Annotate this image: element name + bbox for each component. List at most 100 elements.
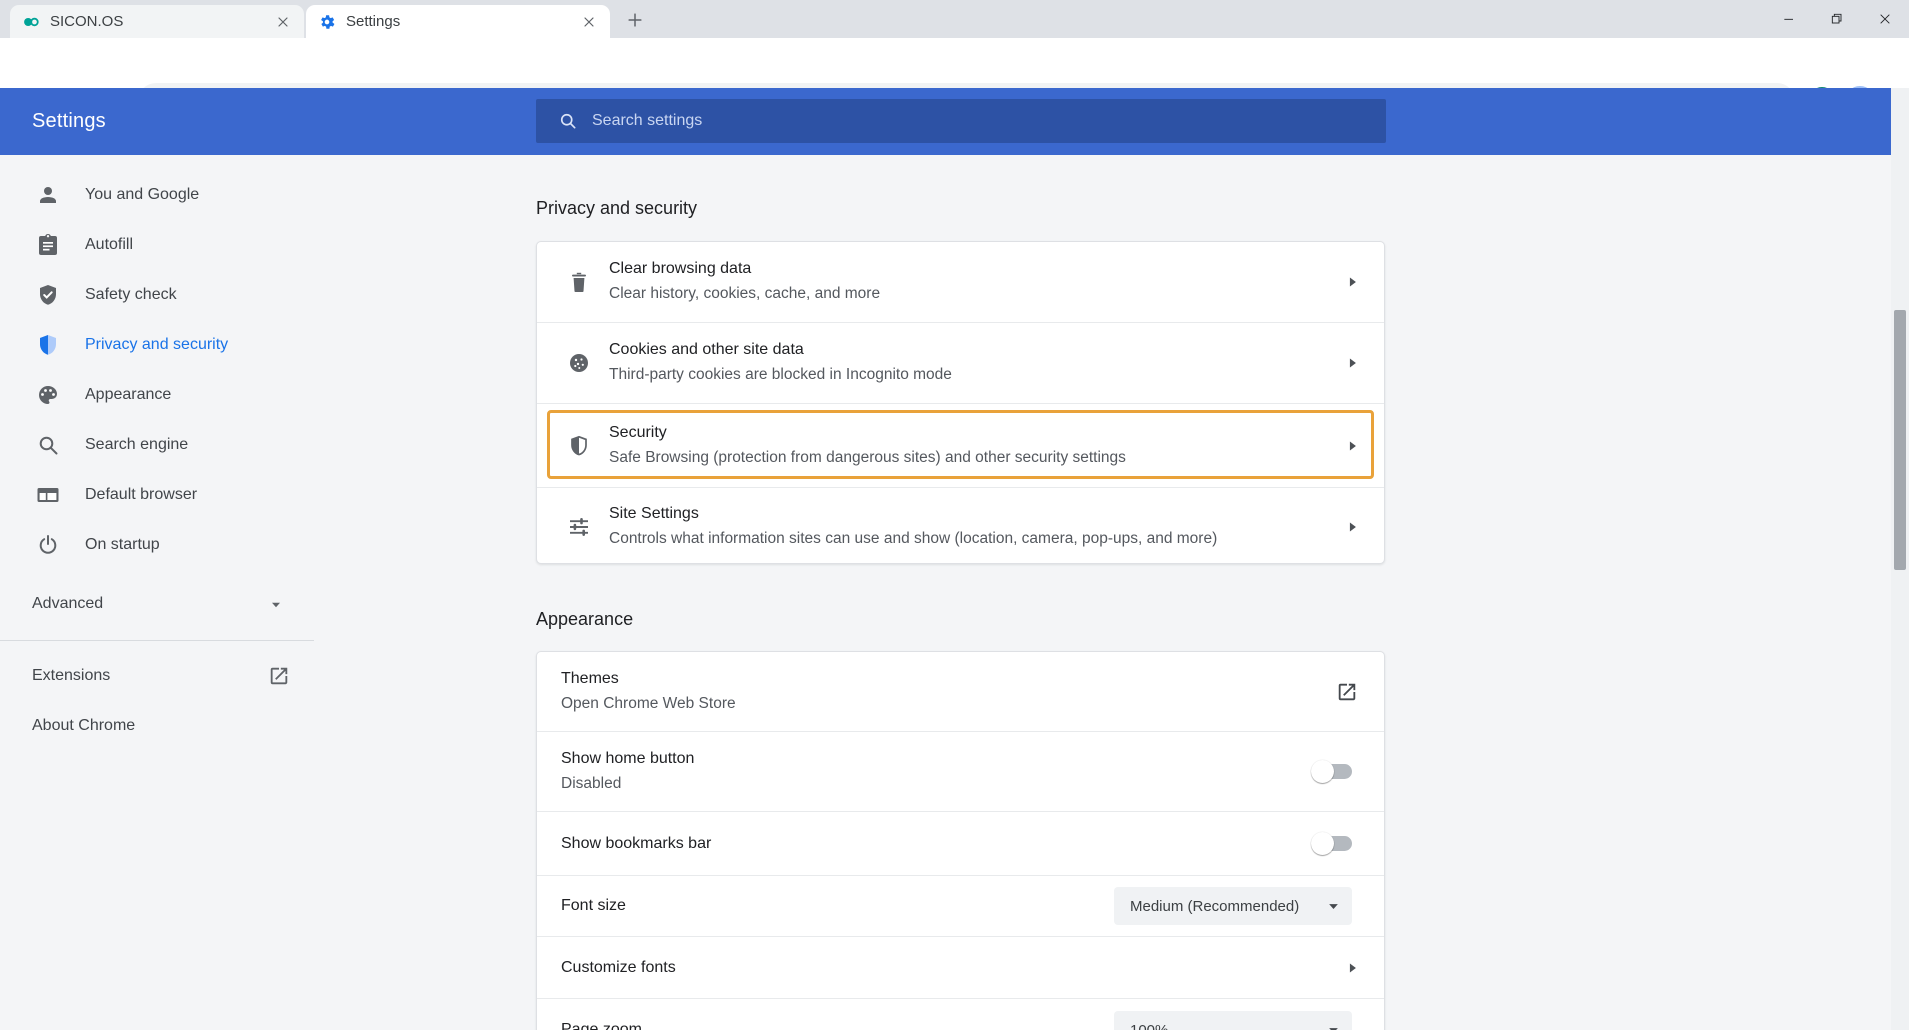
- person-icon: [36, 183, 60, 207]
- chevron-right-icon: [1342, 272, 1362, 292]
- dropdown-value: Medium (Recommended): [1130, 898, 1299, 915]
- sidebar-item-you-and-google[interactable]: You and Google: [0, 170, 430, 220]
- row-subtitle: Third-party cookies are blocked in Incog…: [609, 363, 952, 387]
- page-title: Settings: [32, 88, 106, 155]
- sidebar-item-label: On startup: [85, 536, 160, 554]
- row-subtitle: Clear history, cookies, cache, and more: [609, 282, 880, 306]
- row-clear-browsing-data[interactable]: Clear browsing data Clear history, cooki…: [537, 242, 1384, 323]
- restore-button[interactable]: [1813, 0, 1861, 38]
- settings-search-box[interactable]: [536, 99, 1386, 143]
- show-bookmarks-bar-toggle[interactable]: [1314, 836, 1352, 851]
- row-title: Themes: [561, 668, 736, 690]
- browser-window: SICON.OS Settings: [0, 0, 1909, 1030]
- chevron-down-icon: [270, 598, 282, 616]
- close-tab-icon[interactable]: [274, 13, 292, 31]
- page-zoom-dropdown[interactable]: 100%: [1114, 1011, 1352, 1030]
- row-title: Customize fonts: [561, 957, 676, 979]
- row-customize-fonts[interactable]: Customize fonts: [537, 937, 1384, 999]
- sidebar-item-default-browser[interactable]: Default browser: [0, 470, 430, 520]
- row-site-settings[interactable]: Site Settings Controls what information …: [537, 488, 1384, 565]
- browser-toolbar: Chrome | chrome://settings/privacy S: [0, 38, 1909, 88]
- settings-gear-icon: [318, 13, 336, 31]
- row-title: Clear browsing data: [609, 258, 880, 280]
- sidebar-item-about-chrome[interactable]: About Chrome: [0, 701, 430, 751]
- advanced-label: Advanced: [32, 595, 103, 613]
- sidebar-item-safety-check[interactable]: Safety check: [0, 270, 430, 320]
- chevron-right-icon: [1342, 958, 1362, 978]
- row-title: Show bookmarks bar: [561, 833, 711, 855]
- sidebar-item-autofill[interactable]: Autofill: [0, 220, 430, 270]
- minimize-button[interactable]: [1765, 0, 1813, 38]
- sidebar-item-label: Default browser: [85, 486, 197, 504]
- row-page-zoom: Page zoom 100%: [537, 999, 1384, 1030]
- default-browser-icon: [36, 483, 60, 507]
- row-themes[interactable]: Themes Open Chrome Web Store: [537, 652, 1384, 732]
- chevron-right-icon: [1342, 436, 1362, 456]
- chevron-right-icon: [1342, 517, 1362, 537]
- tab-sicon-os[interactable]: SICON.OS: [10, 5, 304, 38]
- palette-icon: [36, 383, 60, 407]
- sidebar-item-appearance[interactable]: Appearance: [0, 370, 430, 420]
- tab-title: Settings: [346, 13, 572, 30]
- sidebar-item-search-engine[interactable]: Search engine: [0, 420, 430, 470]
- tab-title: SICON.OS: [50, 13, 266, 30]
- appearance-section-heading: Appearance: [536, 606, 633, 632]
- sidebar-item-label: You and Google: [85, 186, 199, 204]
- tab-settings[interactable]: Settings: [306, 5, 610, 38]
- search-icon: [558, 111, 578, 131]
- page-scrollbar: [1891, 88, 1909, 1030]
- appearance-card: Themes Open Chrome Web Store Show home b…: [536, 651, 1385, 1030]
- settings-search-input[interactable]: [592, 112, 1372, 130]
- row-title: Page zoom: [561, 1019, 642, 1030]
- dropdown-value: 100%: [1130, 1022, 1168, 1030]
- chevron-down-icon: [1327, 1024, 1340, 1030]
- chevron-right-icon: [1342, 353, 1362, 373]
- trash-icon: [567, 270, 591, 294]
- safety-check-icon: [36, 283, 60, 307]
- row-subtitle: Disabled: [561, 772, 694, 796]
- sidebar-divider: [0, 640, 314, 641]
- row-title: Cookies and other site data: [609, 339, 952, 361]
- about-chrome-label: About Chrome: [32, 717, 135, 735]
- row-show-home-button[interactable]: Show home button Disabled: [537, 732, 1384, 812]
- sidebar-item-on-startup[interactable]: On startup: [0, 520, 430, 570]
- privacy-shield-icon: [36, 333, 60, 357]
- cookie-icon: [567, 351, 591, 375]
- open-in-new-icon: [268, 665, 290, 692]
- sidebar-item-label: Safety check: [85, 286, 177, 304]
- row-title: Site Settings: [609, 503, 1217, 525]
- sidebar-advanced-toggle[interactable]: Advanced: [0, 579, 430, 629]
- row-show-bookmarks-bar[interactable]: Show bookmarks bar: [537, 812, 1384, 876]
- tab-bar: SICON.OS Settings: [0, 0, 1909, 38]
- close-window-button[interactable]: [1861, 0, 1909, 38]
- extensions-label: Extensions: [32, 667, 110, 685]
- settings-content: You and Google Autofill Safety check Pri…: [0, 155, 1891, 1030]
- security-shield-icon: [567, 434, 591, 458]
- power-icon: [36, 533, 60, 557]
- sidebar-item-extensions[interactable]: Extensions: [0, 651, 430, 701]
- window-controls: [1765, 0, 1909, 38]
- row-security[interactable]: Security Safe Browsing (protection from …: [537, 404, 1384, 488]
- row-subtitle: Safe Browsing (protection from dangerous…: [609, 446, 1126, 470]
- tune-icon: [567, 515, 591, 539]
- settings-sidebar: You and Google Autofill Safety check Pri…: [0, 155, 430, 1030]
- row-subtitle: Controls what information sites can use …: [609, 527, 1217, 551]
- close-tab-icon[interactable]: [580, 13, 598, 31]
- chevron-down-icon: [1327, 900, 1340, 918]
- row-title: Show home button: [561, 748, 694, 770]
- font-size-dropdown[interactable]: Medium (Recommended): [1114, 887, 1352, 925]
- open-in-new-icon: [1336, 681, 1358, 703]
- search-icon: [36, 433, 60, 457]
- row-cookies-and-site-data[interactable]: Cookies and other site data Third-party …: [537, 323, 1384, 404]
- sidebar-item-privacy-and-security[interactable]: Privacy and security: [0, 320, 430, 370]
- sidebar-item-label: Autofill: [85, 236, 133, 254]
- sidebar-item-label: Privacy and security: [85, 336, 228, 354]
- new-tab-button[interactable]: [622, 7, 648, 33]
- row-subtitle: Open Chrome Web Store: [561, 692, 736, 716]
- privacy-card: Clear browsing data Clear history, cooki…: [536, 241, 1385, 564]
- scrollbar-thumb[interactable]: [1894, 310, 1906, 570]
- sicon-logo-icon: [22, 13, 40, 31]
- settings-header: Settings: [0, 88, 1891, 155]
- autofill-icon: [36, 233, 60, 257]
- show-home-button-toggle[interactable]: [1314, 764, 1352, 779]
